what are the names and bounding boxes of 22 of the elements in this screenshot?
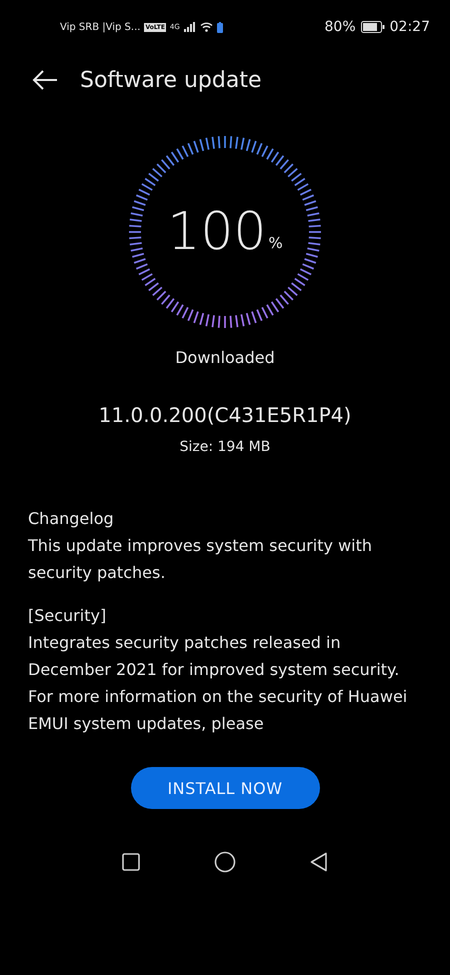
- page-title: Software update: [80, 68, 262, 92]
- recent-apps-icon[interactable]: [122, 853, 140, 871]
- clock: 02:27: [390, 19, 430, 35]
- percent-unit: %: [268, 234, 283, 252]
- percent-value: 100: [167, 202, 266, 262]
- version-number: 11.0.0.200(C431E5R1P4): [98, 403, 352, 427]
- changelog-text: Integrates security patches released in December 2021 for improved system security.: [28, 632, 400, 681]
- signal-icon: [184, 22, 196, 32]
- changelog-text: For more information on the security of Huawei EMUI system updates, please: [28, 686, 408, 735]
- battery-icon: [360, 21, 385, 33]
- battery-percent: 80%: [324, 19, 356, 35]
- install-now-button[interactable]: INSTALL NOW: [130, 767, 320, 809]
- back-icon[interactable]: [310, 852, 328, 872]
- download-status: Downloaded: [174, 348, 276, 367]
- home-icon[interactable]: [214, 851, 236, 873]
- changelog-text: This update improves system security with security patches.: [28, 535, 374, 584]
- update-size: Size: 194 MB: [178, 439, 272, 455]
- changelog-heading: Changelog: [28, 508, 115, 530]
- section-heading: [Security]: [28, 605, 108, 627]
- wifi-icon: [200, 22, 213, 32]
- back-icon[interactable]: [32, 69, 58, 91]
- carrier-name: Vip SRB |Vip S...: [60, 22, 140, 32]
